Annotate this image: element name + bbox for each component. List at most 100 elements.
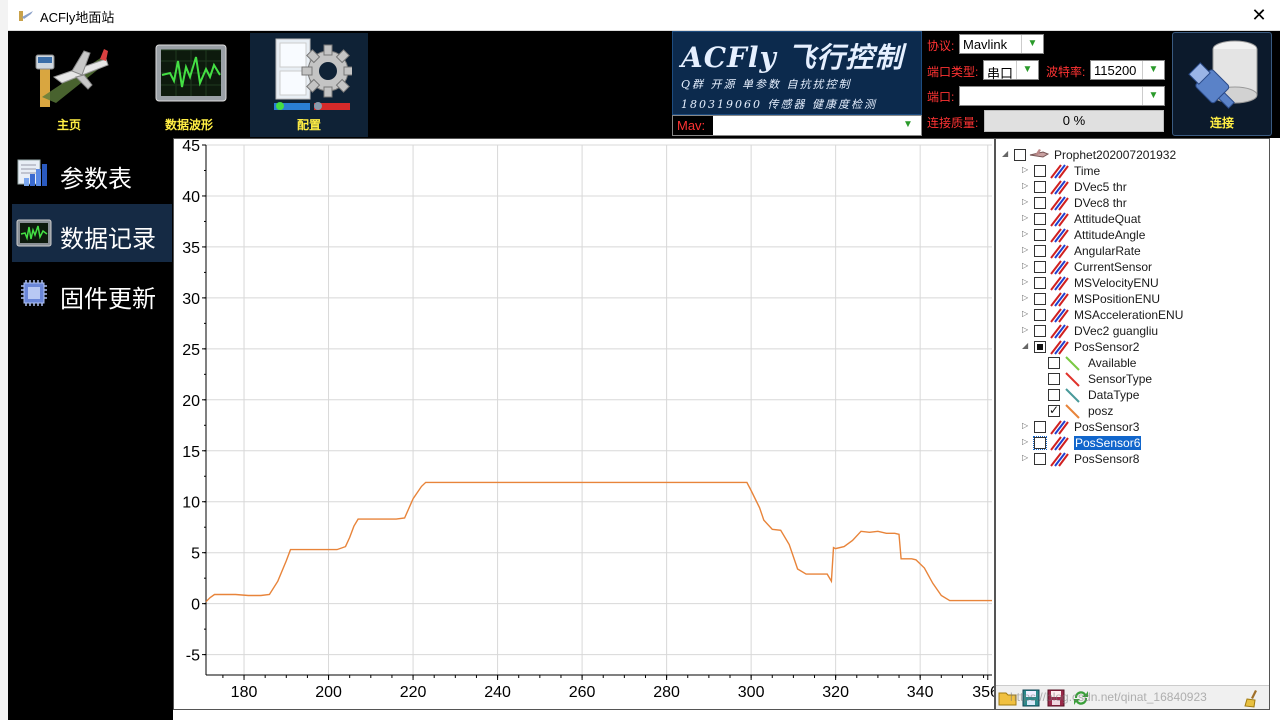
x-tick-label: 320: [822, 684, 849, 701]
collapsed-arrow-icon[interactable]: ▷: [1022, 437, 1032, 446]
tree-checkbox[interactable]: [1034, 213, 1046, 225]
title-bar: ACFly地面站 ✕: [8, 0, 1280, 31]
tree-item-label: AttitudeAngle: [1074, 228, 1146, 242]
multi-series-icon: [1050, 260, 1069, 275]
tree-checkbox[interactable]: [1048, 403, 1060, 417]
baud-select[interactable]: 115200 ▼: [1090, 60, 1165, 80]
tree-checkbox[interactable]: [1048, 357, 1060, 369]
tree-checkbox[interactable]: [1034, 165, 1046, 177]
logo-line-1: Q群 开源 单参数 自抗扰控制: [681, 78, 852, 91]
x-tick-label: 220: [400, 684, 427, 701]
toolbar-waveform-button[interactable]: 数据波形: [130, 33, 248, 137]
collapsed-arrow-icon[interactable]: ▷: [1022, 213, 1032, 222]
collapsed-arrow-icon[interactable]: ▷: [1022, 453, 1032, 462]
series-line-icon: [1065, 356, 1080, 371]
toolbar-config-button[interactable]: 配置: [250, 33, 368, 137]
tree-checkbox[interactable]: [1034, 181, 1046, 193]
sidebar-item-parameters[interactable]: 参数表: [12, 144, 172, 202]
x-tick-label: 240: [484, 684, 511, 701]
collapsed-arrow-icon[interactable]: ▷: [1022, 277, 1032, 286]
series-line-icon: [1065, 388, 1080, 403]
series-line-posz: [205, 481, 992, 603]
port-select[interactable]: ▼: [959, 86, 1165, 106]
collapsed-arrow-icon[interactable]: ▷: [1022, 165, 1032, 174]
multi-series-icon: [1050, 324, 1069, 339]
tree-checkbox[interactable]: [1034, 421, 1046, 433]
tree-checkbox[interactable]: [1034, 341, 1046, 353]
drone-log-icon: [1029, 149, 1049, 158]
multi-series-icon: [1050, 436, 1069, 451]
multi-series-icon: [1050, 452, 1069, 467]
mav-combo[interactable]: Mav: ▼: [672, 115, 922, 136]
collapsed-arrow-icon[interactable]: ▷: [1022, 325, 1032, 334]
port-type-select[interactable]: 串口 ▼: [983, 60, 1039, 81]
y-tick-label: 15: [182, 444, 200, 461]
watermark-url: https://blog.csdn.net/qinat_16840923: [1010, 690, 1207, 704]
data-record-monitor-icon: [16, 219, 52, 247]
tree-checkbox[interactable]: [1034, 277, 1046, 289]
tree-item-label: PosSensor6: [1074, 436, 1142, 450]
collapsed-arrow-icon[interactable]: ▷: [1022, 309, 1032, 318]
tree-checkbox[interactable]: [1033, 436, 1047, 450]
y-tick-label: 10: [182, 495, 200, 512]
data-tree-panel[interactable]: ◢ Prophet202007201932 ▷ Time ▷ DVec5 thr ▷ DVec…: [995, 138, 1270, 710]
sidebar-item-data-record-label: 数据记录: [60, 225, 156, 253]
toolbar-home-button[interactable]: 主页: [10, 33, 128, 137]
tree-checkbox[interactable]: [1034, 229, 1046, 241]
collapsed-arrow-icon[interactable]: ▷: [1022, 229, 1032, 238]
sidebar-item-firmware[interactable]: 固件更新: [12, 264, 172, 322]
collapsed-arrow-icon[interactable]: ▷: [1022, 261, 1032, 270]
tree-checkbox[interactable]: [1034, 197, 1046, 209]
protocol-select[interactable]: Mavlink ▼: [959, 34, 1044, 54]
collapsed-arrow-icon[interactable]: ▷: [1022, 293, 1032, 302]
toolbar-home-label: 主页: [56, 118, 81, 132]
expanded-arrow-icon[interactable]: ◢: [1002, 149, 1012, 158]
y-tick-label: 20: [182, 393, 200, 410]
baud-value: 115200: [1094, 63, 1137, 78]
tree-checkbox[interactable]: [1034, 245, 1046, 257]
x-tick-label: 300: [738, 684, 765, 701]
line-chart[interactable]: 45 40 35 30 25 20 15 10 5 0 -5 180 200 220 240 260 280 30…: [174, 139, 994, 709]
chevron-down-icon[interactable]: ▼: [897, 116, 919, 134]
tree-checkbox[interactable]: [1014, 149, 1026, 161]
collapsed-arrow-icon[interactable]: ▷: [1022, 421, 1032, 430]
multi-series-icon: [1050, 276, 1069, 291]
toolbar-waveform-label: 数据波形: [164, 118, 213, 132]
collapsed-arrow-icon[interactable]: ▷: [1022, 197, 1032, 206]
multi-series-icon: [1050, 292, 1069, 307]
tree-checkbox[interactable]: [1034, 325, 1046, 337]
tree-checkbox[interactable]: [1048, 389, 1060, 401]
series-line-icon: [1065, 372, 1080, 387]
tree-item-label: AttitudeQuat: [1074, 212, 1141, 226]
port-type-label: 端口类型:: [927, 65, 979, 79]
tree-checkbox[interactable]: [1034, 293, 1046, 305]
mav-input[interactable]: [715, 116, 895, 135]
connection-quality-bar: 0 %: [984, 110, 1164, 132]
tree-checkbox[interactable]: [1034, 453, 1046, 465]
multi-series-icon: [1050, 340, 1069, 355]
protocol-value: Mavlink: [963, 37, 1008, 52]
sidebar-item-data-record[interactable]: 数据记录: [12, 204, 172, 262]
connect-button[interactable]: 连接: [1172, 32, 1272, 136]
sidebar-item-parameters-label: 参数表: [60, 165, 132, 193]
tree-checkbox[interactable]: [1048, 373, 1060, 385]
window-title: ACFly地面站: [40, 10, 115, 25]
chevron-down-icon: ▼: [1142, 61, 1164, 79]
tree-checkbox[interactable]: [1034, 261, 1046, 273]
collapsed-arrow-icon[interactable]: ▷: [1022, 245, 1032, 254]
tree-item-label: Prophet202007201932: [1054, 148, 1177, 162]
data-chart-panel[interactable]: 45 40 35 30 25 20 15 10 5 0 -5 180 200 220 240 260 280 30…: [173, 138, 995, 710]
tree-item-label: MSPositionENU: [1074, 292, 1161, 306]
y-tick-label: -5: [186, 648, 200, 665]
tree-item-label: PosSensor8: [1074, 452, 1140, 466]
clear-broom-icon[interactable]: [1243, 688, 1263, 708]
mav-label: Mav:: [673, 116, 713, 135]
collapsed-arrow-icon[interactable]: ▷: [1022, 181, 1032, 190]
multi-series-icon: [1050, 228, 1069, 243]
close-button[interactable]: ✕: [1246, 4, 1272, 26]
tree-checkbox[interactable]: [1034, 309, 1046, 321]
tree-item-label: MSAccelerationENU: [1074, 308, 1184, 322]
expanded-arrow-icon[interactable]: ◢: [1022, 341, 1032, 350]
y-tick-label: 0: [191, 597, 200, 614]
logo-line-2: 180319060 传感器 健康度检测: [681, 98, 877, 111]
